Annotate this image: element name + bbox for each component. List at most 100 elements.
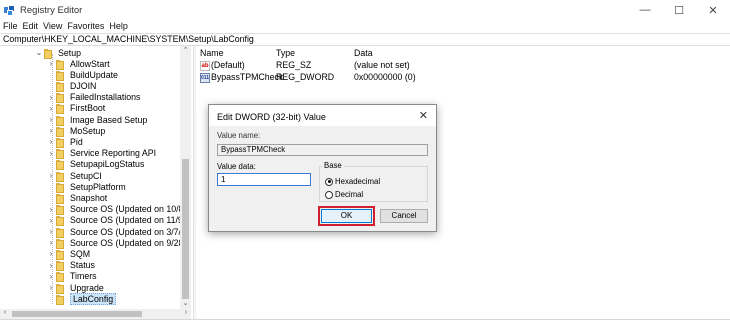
value-name-field: BypassTPMCheck <box>217 144 428 156</box>
chevron-right-icon[interactable]: › <box>46 171 56 180</box>
tree-item-label: AllowStart <box>70 58 110 69</box>
chevron-right-icon[interactable]: › <box>46 238 56 247</box>
tree-item-setup[interactable]: ⌄ Setup <box>34 47 81 59</box>
radio-selected-icon[interactable] <box>325 177 333 186</box>
folder-icon <box>56 238 66 249</box>
address-bar[interactable]: Computer\HKEY_LOCAL_MACHINE\SYSTEM\Setup… <box>0 33 730 46</box>
tree-item-label: Setup <box>58 47 81 58</box>
scroll-up-icon[interactable]: ⌃ <box>180 46 191 56</box>
tree-item[interactable]: › Source OS (Updated on 11/9/2017 <box>46 215 191 227</box>
scroll-down-icon[interactable]: ⌄ <box>180 299 191 309</box>
string-value-icon: ab <box>200 61 210 71</box>
column-header-name[interactable]: Name <box>200 48 223 58</box>
menu-edit[interactable]: Edit <box>23 21 39 31</box>
tree-item[interactable]: › FailedInstallations <box>46 92 140 104</box>
dialog-title: Edit DWORD (32-bit) Value <box>217 112 326 122</box>
tree-item[interactable]: Snapshot <box>46 192 108 204</box>
chevron-right-icon[interactable]: › <box>46 205 56 214</box>
chevron-right-icon[interactable]: › <box>46 137 56 146</box>
scroll-left-icon[interactable]: ‹ <box>0 309 10 316</box>
tree-item[interactable]: DJOIN <box>46 80 96 92</box>
chevron-right-icon[interactable]: › <box>46 93 56 102</box>
menu-file[interactable]: File <box>3 21 18 31</box>
chevron-right-icon[interactable]: › <box>46 149 56 158</box>
close-icon[interactable]: ✕ <box>419 109 428 122</box>
menu-view[interactable]: View <box>43 21 62 31</box>
value-type: REG_DWORD <box>276 72 335 82</box>
scroll-thumb[interactable] <box>182 159 189 299</box>
column-header-type[interactable]: Type <box>276 48 295 58</box>
list-row[interactable]: ab (Default) REG_SZ (value not set) <box>197 60 527 72</box>
tree-item[interactable]: › MoSetup <box>46 125 106 137</box>
chevron-right-icon[interactable]: › <box>46 59 56 68</box>
dialog-body: Value name: BypassTPMCheck Value data: 1… <box>209 126 436 231</box>
tree-item[interactable]: › Service Reporting API <box>46 148 157 160</box>
tree-item[interactable]: › SetupCI <box>46 170 102 182</box>
tree-item[interactable]: LabConfig <box>46 292 117 305</box>
radio-decimal[interactable]: Decimal <box>325 190 363 199</box>
chevron-right-icon[interactable]: › <box>46 261 56 270</box>
value-data-label: Value data: <box>217 162 256 171</box>
tree-item[interactable]: › Pid <box>46 136 83 148</box>
folder-icon <box>56 126 66 137</box>
folder-icon <box>56 283 66 294</box>
tree-item-label: Service Reporting API <box>70 148 157 159</box>
chevron-right-icon[interactable]: › <box>46 283 56 292</box>
chevron-right-icon[interactable]: › <box>46 126 56 135</box>
tree-item-label: Upgrade <box>70 282 104 293</box>
tree-item-label: Snapshot <box>70 192 108 203</box>
tree-item-label: MoSetup <box>70 125 106 136</box>
folder-icon <box>56 81 66 92</box>
folder-icon <box>56 249 66 260</box>
scroll-thumb-horizontal[interactable] <box>12 311 142 317</box>
tree-item[interactable]: › FirstBoot <box>46 103 105 115</box>
chevron-right-icon[interactable]: › <box>46 249 56 258</box>
list-row[interactable]: 011 BypassTPMCheck REG_DWORD 0x00000000 … <box>197 72 527 84</box>
tree-item-label: Source OS (Updated on 11/9/2017 <box>70 215 191 226</box>
tree-item[interactable]: › AllowStart <box>46 58 110 70</box>
value-data: 0x00000000 (0) <box>354 72 416 82</box>
chevron-right-icon[interactable]: › <box>46 115 56 124</box>
value-data-input[interactable]: 1 <box>217 173 311 186</box>
chevron-down-icon[interactable]: ⌄ <box>34 48 44 57</box>
ok-button[interactable]: OK <box>321 209 372 223</box>
minimize-button[interactable]: — <box>628 0 662 20</box>
tree-item[interactable]: › Image Based Setup <box>46 114 147 126</box>
pane-splitter[interactable] <box>193 46 196 320</box>
tree-item[interactable]: › SQM <box>46 248 90 260</box>
chevron-right-icon[interactable]: › <box>46 104 56 113</box>
tree-item[interactable]: › Timers <box>46 271 97 283</box>
menu-help[interactable]: Help <box>109 21 128 31</box>
tree-item[interactable]: › Status <box>46 260 95 272</box>
tree-item[interactable]: › Source OS (Updated on 3/7/2021 <box>46 226 191 238</box>
close-button[interactable]: ✕ <box>696 0 730 20</box>
dword-value-icon: 011 <box>200 73 210 83</box>
tree-item[interactable]: › Source OS (Updated on 10/8/2018 <box>46 204 191 216</box>
tree-item[interactable]: SetupapiLogStatus <box>46 159 144 171</box>
folder-icon <box>56 70 66 81</box>
tree-item[interactable]: BuildUpdate <box>46 69 118 81</box>
tree-item[interactable]: › Upgrade <box>46 282 104 294</box>
tree-item[interactable]: › Source OS (Updated on 9/28/2019 <box>46 237 191 249</box>
menu-favorites[interactable]: Favorites <box>67 21 104 31</box>
chevron-right-icon[interactable]: › <box>46 272 56 281</box>
folder-icon <box>56 93 66 104</box>
folder-icon <box>56 149 66 160</box>
value-data: (value not set) <box>354 60 410 70</box>
scroll-right-icon[interactable]: › <box>181 309 191 316</box>
folder-icon <box>56 59 66 70</box>
maximize-button[interactable]: ☐ <box>662 0 696 20</box>
radio-unselected-icon[interactable] <box>325 190 333 199</box>
tree-item[interactable]: SetupPlatform <box>46 181 126 193</box>
radio-hexadecimal[interactable]: Hexadecimal <box>325 177 380 186</box>
chevron-right-icon[interactable]: › <box>46 216 56 225</box>
cancel-button[interactable]: Cancel <box>380 209 428 223</box>
tree-item-label: SetupPlatform <box>70 181 126 192</box>
registry-editor-icon <box>4 4 15 16</box>
chevron-right-icon[interactable]: › <box>46 227 56 236</box>
tree-vertical-scrollbar[interactable]: ⌃ ⌄ <box>180 46 191 309</box>
tree-horizontal-scrollbar[interactable]: ‹ › <box>0 309 191 319</box>
folder-icon <box>56 205 66 216</box>
column-header-data[interactable]: Data <box>354 48 373 58</box>
folder-icon <box>56 171 66 182</box>
